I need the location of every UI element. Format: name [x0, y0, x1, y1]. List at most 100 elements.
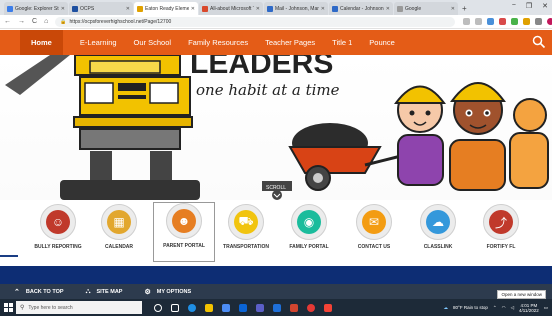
quick-link-parent-portal[interactable]: ☻ PARENT PORTAL	[153, 202, 215, 262]
forward-arrow-icon[interactable]: →	[18, 18, 25, 25]
address-bar-url: https://ocpsforeverhighschool.net/Page/1…	[69, 18, 172, 25]
windows-taskbar: ⚲ Type here to search ☁ 80°F Rain to sto…	[0, 299, 552, 316]
extension-icon[interactable]	[499, 18, 507, 25]
taskbar-clock[interactable]: 4:01 PM 4/11/2022	[519, 303, 539, 313]
powerpoint-icon[interactable]	[290, 303, 298, 312]
task-view-icon[interactable]	[171, 303, 179, 312]
bulldozer-illustration	[5, 55, 200, 200]
nav-item-home[interactable]: Home	[20, 30, 63, 55]
word-icon[interactable]	[273, 303, 281, 312]
quick-link-transportation[interactable]: ⛟ TRANSPORTATION	[215, 204, 277, 262]
quick-link-label: CALENDAR	[104, 244, 134, 250]
browser-tab[interactable]: All-about Microsoft Teams✕	[199, 2, 263, 15]
wifi-icon[interactable]: ◠	[502, 305, 506, 311]
windows-logo-icon	[3, 303, 13, 312]
divider	[0, 255, 18, 257]
site-shortcut-bar: ⌃ BACK TO TOP ⛬ SITE MAP ⚙ MY OPTIONS	[0, 284, 552, 299]
nav-item-teacher-pages[interactable]: Teacher Pages	[265, 38, 315, 47]
quick-link-circle: ☻	[166, 203, 202, 239]
tab-title: Google: Explorer Students	[15, 5, 59, 12]
star-icon[interactable]	[475, 18, 483, 25]
tab-favicon-icon	[202, 5, 208, 12]
close-window-button[interactable]: ✕	[542, 2, 548, 10]
banner-tagline: one habit at a time	[196, 81, 340, 99]
wheelbarrow-illustration	[288, 123, 406, 191]
tab-close-icon[interactable]: ✕	[61, 6, 65, 12]
quick-link-circle: ⤴	[483, 204, 519, 240]
banner-illustration: LEADERS one habit at a time SCROLL	[5, 55, 549, 200]
nav-item-e-learning[interactable]: E-Learning	[80, 38, 117, 47]
windows-start-button[interactable]	[0, 299, 16, 316]
taskbar-search-input[interactable]: ⚲ Type here to search	[16, 301, 142, 314]
quick-link-fortify-fl[interactable]: ⤴ FORTIFY FL	[470, 204, 532, 262]
tab-close-icon[interactable]: ✕	[451, 6, 455, 12]
weather-text[interactable]: 80°F Rain to stop	[453, 305, 488, 310]
browser-tab[interactable]: Google ✕	[394, 2, 458, 15]
new-tab-button[interactable]: +	[462, 2, 467, 15]
nav-item-pounce[interactable]: Pounce	[369, 38, 394, 47]
browser-tab[interactable]: OCPS ✕	[69, 2, 133, 15]
quick-link-bully-reporting[interactable]: ☺ BULLY REPORTING	[27, 204, 89, 262]
tab-title: Mail - Johnson, Mark	[275, 5, 319, 12]
back-arrow-icon[interactable]: ←	[4, 18, 11, 25]
pinned-apps	[154, 303, 332, 312]
volume-icon[interactable]: ◁	[511, 305, 514, 311]
home-icon[interactable]: ⌂	[44, 18, 48, 25]
quick-link-classlink[interactable]: ☁ CLASSLINK	[407, 204, 469, 262]
browser-toolbar: ← → C ⌂ 🔒 https://ocpsforeverhighschool.…	[0, 15, 552, 29]
tab-close-icon[interactable]: ✕	[386, 6, 390, 12]
browser-tab[interactable]: Google: Explorer Students✕	[4, 2, 68, 15]
back-to-top-label: BACK TO TOP	[25, 288, 64, 295]
profile-avatar[interactable]	[547, 18, 552, 25]
tab-close-icon[interactable]: ✕	[126, 6, 130, 12]
extensions-area	[463, 18, 552, 25]
tab-close-icon[interactable]: ✕	[191, 6, 195, 12]
weather-icon[interactable]: ☁	[444, 305, 449, 311]
notifications-icon[interactable]: ▭	[544, 305, 548, 311]
tray-chevron-icon[interactable]: ⌃	[493, 305, 497, 311]
quick-link-calendar[interactable]: ▦ CALENDAR	[88, 204, 150, 262]
quick-link-family-portal[interactable]: ◉ FAMILY PORTAL	[278, 204, 340, 262]
extension-icon[interactable]	[511, 18, 519, 25]
tab-favicon-icon	[332, 5, 338, 12]
search-icon[interactable]	[532, 35, 546, 49]
nav-item-family-resources[interactable]: Family Resources	[188, 38, 248, 47]
browser-tab[interactable]: Eaton Ready Elementary✕	[134, 2, 198, 15]
bully-reporting-icon: ☺	[46, 210, 70, 234]
address-bar[interactable]: 🔒 https://ocpsforeverhighschool.net/Page…	[55, 16, 456, 27]
quick-link-contact-us[interactable]: ✉ CONTACT US	[343, 204, 405, 262]
tab-close-icon[interactable]: ✕	[321, 6, 325, 12]
teams-icon[interactable]	[256, 303, 264, 312]
nav-item-our-school[interactable]: Our School	[134, 38, 172, 47]
browser-tab[interactable]: Calendar - Johnson, Mark✕	[329, 2, 393, 15]
tab-favicon-icon	[137, 5, 143, 12]
scroll-button[interactable]: SCROLL	[262, 181, 292, 200]
extension-icon[interactable]	[523, 18, 531, 25]
tab-close-icon[interactable]: ✕	[256, 6, 260, 12]
file-explorer-icon[interactable]	[205, 303, 213, 312]
extension-icon[interactable]	[487, 18, 495, 25]
app-icon[interactable]	[324, 303, 332, 312]
edge-icon[interactable]	[188, 303, 196, 312]
back-to-top-button[interactable]: ⌃ BACK TO TOP	[14, 288, 64, 296]
quick-link-circle: ◉	[291, 204, 327, 240]
hero-banner: LEADERS one habit at a time SCROLL	[0, 55, 552, 200]
cortana-icon[interactable]	[154, 303, 162, 312]
site-map-button[interactable]: ⛬ SITE MAP	[86, 288, 123, 296]
mail-icon[interactable]	[239, 303, 247, 312]
nav-item-title-1[interactable]: Title 1	[332, 38, 352, 47]
store-icon[interactable]	[222, 303, 230, 312]
maximize-button[interactable]: ❐	[526, 2, 532, 10]
tab-title: Google	[405, 5, 422, 12]
tab-favicon-icon	[397, 5, 403, 12]
taskbar-search-placeholder: Type here to search	[28, 304, 73, 311]
zoom-icon[interactable]	[463, 18, 471, 25]
reload-icon[interactable]: C	[32, 18, 37, 25]
minimize-button[interactable]: −	[512, 2, 516, 10]
my-options-button[interactable]: ⚙ MY OPTIONS	[144, 288, 191, 296]
browser-tab[interactable]: Mail - Johnson, Mark ✕	[264, 2, 328, 15]
search-icon: ⚲	[20, 305, 25, 311]
chrome-icon[interactable]	[307, 303, 315, 312]
fortify-icon: ⤴	[489, 210, 513, 234]
puzzle-icon[interactable]	[535, 18, 543, 25]
